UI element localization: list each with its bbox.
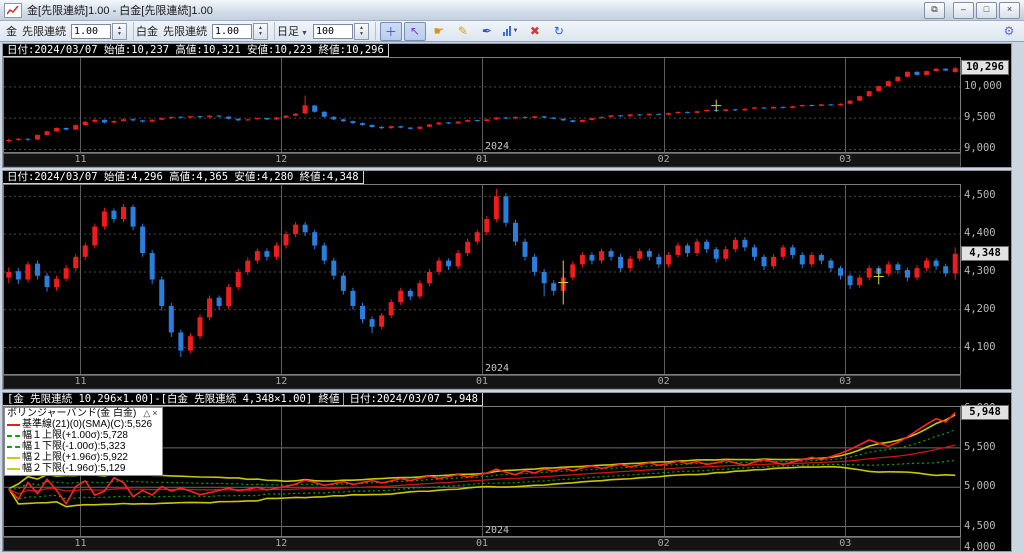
gold-multiplier-input[interactable]	[71, 24, 111, 39]
platinum-info-bar: 日付:2024/03/07 始値:4,296 高値:4,365 安値:4,280…	[3, 171, 1011, 184]
minimize-icon[interactable]: –	[953, 2, 974, 19]
platinum-series-group: 白金 先限連続 ▲▼	[134, 22, 275, 40]
month-tick-label: 02	[658, 376, 670, 388]
month-tick-label: 11	[74, 538, 86, 550]
legend-item: 基準線(21)(0)(SMA)(C):5,526	[7, 419, 159, 430]
axis-corner	[961, 375, 1011, 389]
bar-count-stepper[interactable]: ▲▼	[354, 23, 369, 40]
legend-title: ボリンジャーバンド(金 白金)	[7, 408, 142, 419]
legend-item: 幅２下限(-1.96σ):5,129	[7, 463, 159, 474]
gold-ohlc-readout: 日付:2024/03/07 始値:10,237 高値:10,321 安値:10,…	[3, 44, 389, 57]
price-tick-label: 4,300	[964, 265, 996, 277]
maximize-icon[interactable]: □	[976, 2, 997, 19]
gold-chart-plot[interactable]: 2024	[3, 57, 961, 153]
platinum-series-label: 白金	[136, 23, 158, 39]
platinum-time-axis[interactable]: 11 12 01 02 03	[3, 375, 961, 389]
last-price-badge: 10,296	[961, 60, 1009, 75]
pan-tool[interactable]: ☛	[428, 22, 450, 41]
gold-time-axis[interactable]: 11 12 01 02 03	[3, 153, 961, 167]
month-tick-label: 12	[275, 538, 287, 550]
platinum-ohlc-readout: 日付:2024/03/07 始値:4,296 高値:4,365 安値:4,280…	[3, 171, 364, 184]
crosshair-tool[interactable]: ＋	[380, 22, 402, 41]
spread-date-readout: 日付:2024/03/07 5,948	[343, 393, 477, 405]
month-tick-label: 02	[658, 154, 670, 166]
month-tick-label: 01	[476, 154, 488, 166]
month-tick-label: 12	[275, 376, 287, 388]
platinum-chart-plot[interactable]: 2024	[3, 184, 961, 375]
price-tick-label: 4,100	[964, 341, 996, 353]
spread-formula-readout: [金 先限連続 10,296×1.00]-[白金 先限連続 4,348×1.00…	[3, 393, 483, 406]
select-tool[interactable]: ↖	[404, 22, 426, 41]
timeframe-dropdown[interactable]: 日足▼	[277, 23, 308, 39]
legend-minimize-icon[interactable]: △	[142, 408, 151, 419]
price-tick-label: 10,000	[964, 80, 1002, 92]
month-tick-label: 02	[658, 538, 670, 550]
spread-price-axis[interactable]: 5,5005,0004,5006,0004,0005,948	[961, 406, 1011, 537]
month-tick-label: 11	[74, 154, 86, 166]
bar-count-input[interactable]	[313, 24, 353, 39]
legend-item: 幅２上限(+1.96σ):5,922	[7, 452, 159, 463]
month-tick-label: 12	[275, 154, 287, 166]
new-window-icon[interactable]: ⧉	[924, 2, 945, 19]
month-tick-label: 11	[74, 376, 86, 388]
chevron-down-icon: ▼	[301, 30, 308, 37]
window-title: 金[先限連続]1.00 - 白金[先限連続]1.00	[27, 2, 924, 18]
platinum-multiplier-input[interactable]	[212, 24, 252, 39]
year-label: 2024	[485, 525, 509, 536]
gold-series-group: 金 先限連続 ▲▼	[4, 22, 134, 40]
month-tick-label: 03	[839, 376, 851, 388]
year-label: 2024	[485, 363, 509, 374]
price-tick-label: 5,000	[964, 480, 996, 492]
platinum-series-mode: 先限連続	[163, 23, 207, 39]
gold-series-label: 金	[6, 23, 17, 39]
gold-price-axis[interactable]: 10,000 9,500 9,000 10,296	[961, 57, 1011, 153]
price-tick-label: 9,500	[964, 111, 996, 123]
month-tick-label: 03	[839, 154, 851, 166]
platinum-chart-pane: 日付:2024/03/07 始値:4,296 高値:4,365 安値:4,280…	[2, 170, 1012, 390]
last-price-badge: 4,348	[961, 246, 1009, 261]
month-tick-label: 01	[476, 538, 488, 550]
legend-item: 幅１上限(+1.00σ):5,728	[7, 430, 159, 441]
pen-tool[interactable]: ✒	[476, 22, 498, 41]
gold-info-bar: 日付:2024/03/07 始値:10,237 高値:10,321 安値:10,…	[3, 44, 1011, 57]
delete-drawings[interactable]: ✖	[524, 22, 546, 41]
spread-time-axis[interactable]: 11 12 01 02 03	[3, 537, 961, 551]
platinum-multiplier-stepper[interactable]: ▲▼	[253, 23, 268, 40]
period-group: 日足▼ ▲▼	[275, 22, 376, 40]
month-tick-label: 01	[476, 376, 488, 388]
price-tick-label: 9,000	[964, 142, 996, 154]
legend-item: 幅１下限(-1.00σ):5,323	[7, 441, 159, 452]
spread-chart-plot[interactable]: 2024 ボリンジャーバンド(金 白金) △ × 基準線(21)(0)(SMA)…	[3, 406, 961, 537]
spread-header-bar: [金 先限連続 10,296×1.00]-[白金 先限連続 4,348×1.00…	[3, 393, 1011, 406]
legend-close-icon[interactable]: ×	[151, 408, 158, 419]
close-icon[interactable]: ×	[999, 2, 1020, 19]
price-tick-label: 4,500	[964, 189, 996, 201]
price-tick-label: 4,000	[964, 541, 996, 553]
tool-buttons: ＋↖☛✎✒▼✖↻	[376, 22, 570, 41]
price-tick-label: 4,400	[964, 227, 996, 239]
chart-type-dropdown[interactable]: ▼	[500, 22, 522, 41]
toolbar: 金 先限連続 ▲▼ 白金 先限連続 ▲▼ 日足▼ ▲▼ ＋↖☛✎✒▼✖↻ ⚙	[0, 21, 1024, 42]
price-tick-label: 4,500	[964, 520, 996, 532]
trading-app-window: 金[先限連続]1.00 - 白金[先限連続]1.00 ⧉ – □ × 金 先限連…	[0, 0, 1024, 552]
refresh[interactable]: ↻	[548, 22, 570, 41]
price-tick-label: 5,500	[964, 441, 996, 453]
price-tick-label: 4,200	[964, 303, 996, 315]
year-label: 2024	[485, 141, 509, 152]
month-tick-label: 03	[839, 538, 851, 550]
bollinger-legend: ボリンジャーバンド(金 白金) △ × 基準線(21)(0)(SMA)(C):5…	[4, 407, 163, 476]
spread-chart-pane: [金 先限連続 10,296×1.00]-[白金 先限連続 4,348×1.00…	[2, 392, 1012, 552]
pencil-tool[interactable]: ✎	[452, 22, 474, 41]
chart-area: 日付:2024/03/07 始値:10,237 高値:10,321 安値:10,…	[0, 42, 1024, 554]
last-price-badge: 5,948	[961, 405, 1009, 420]
gold-chart-pane: 日付:2024/03/07 始値:10,237 高値:10,321 安値:10,…	[2, 43, 1012, 168]
wrench-settings-icon[interactable]: ⚙	[998, 22, 1020, 41]
axis-corner	[961, 153, 1011, 167]
chart-app-icon	[4, 3, 22, 18]
gold-series-mode: 先限連続	[22, 23, 66, 39]
gold-multiplier-stepper[interactable]: ▲▼	[112, 23, 127, 40]
title-bar: 金[先限連続]1.00 - 白金[先限連続]1.00 ⧉ – □ ×	[0, 0, 1024, 21]
platinum-price-axis[interactable]: 4,500 4,400 4,300 4,200 4,100 4,348	[961, 184, 1011, 375]
